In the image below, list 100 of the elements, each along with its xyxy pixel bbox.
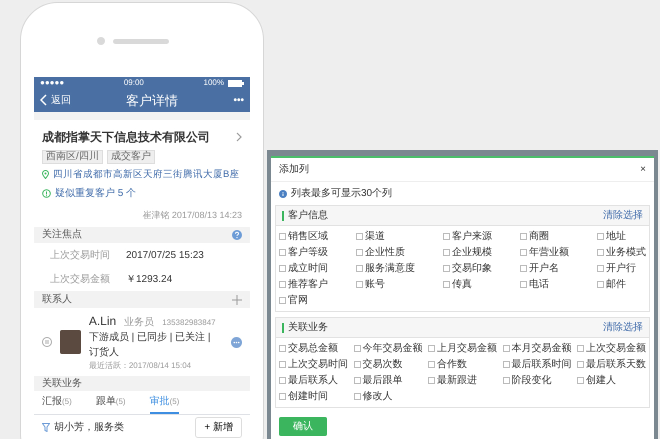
option-label[interactable]: 最后联系时间 bbox=[512, 358, 572, 371]
option-label[interactable]: 渠道 bbox=[365, 230, 385, 243]
accent-bar bbox=[282, 322, 284, 332]
help-icon bbox=[232, 230, 242, 240]
tab[interactable]: 汇报(5) bbox=[42, 391, 72, 414]
option-label[interactable]: 交易总金额 bbox=[288, 342, 338, 355]
option-label[interactable]: 上次交易金额 bbox=[586, 342, 646, 355]
option-label[interactable]: 传真 bbox=[452, 278, 472, 291]
speaker-icon bbox=[113, 39, 169, 44]
option-label[interactable]: 最新跟进 bbox=[437, 374, 477, 387]
checkbox[interactable] bbox=[356, 249, 363, 256]
info-icon bbox=[42, 189, 51, 198]
last-active-text: 最近活跃：2017/08/14 15:04 bbox=[88, 360, 192, 372]
address-text: 四川省成都市高新区天府三街腾讯大厦B座 bbox=[53, 168, 240, 182]
checkbox[interactable] bbox=[502, 345, 510, 352]
option-label[interactable]: 电话 bbox=[529, 278, 549, 291]
option-label[interactable]: 业务模式 bbox=[606, 246, 646, 259]
battery-level: 100% bbox=[204, 77, 224, 89]
option-label[interactable]: 年营业额 bbox=[529, 246, 569, 259]
option-label[interactable]: 最后联系人 bbox=[288, 374, 338, 387]
checkbox[interactable] bbox=[354, 393, 360, 400]
checkbox[interactable] bbox=[597, 281, 604, 288]
close-button[interactable]: × bbox=[640, 162, 646, 177]
checkbox[interactable] bbox=[597, 233, 604, 240]
option-label[interactable]: 创建时间 bbox=[288, 390, 328, 403]
clear-selection-link[interactable]: 清除选择 bbox=[603, 208, 643, 223]
checkbox[interactable] bbox=[577, 345, 584, 352]
contact-item[interactable]: A.Lin 业务员 135382983847 下游成员 | 已同步 | 已关注 | 订货人 最近活跃：2017/08/14 15:04 bbox=[34, 308, 250, 376]
option-label[interactable]: 官网 bbox=[288, 294, 308, 307]
checkbox[interactable] bbox=[354, 361, 360, 368]
checkbox[interactable] bbox=[279, 281, 286, 288]
contact-name: A.Lin bbox=[88, 313, 116, 330]
option-label[interactable]: 最后联系天数 bbox=[586, 358, 646, 371]
checkbox[interactable] bbox=[279, 249, 286, 256]
option-label[interactable]: 合作数 bbox=[437, 358, 467, 371]
battery-icon bbox=[228, 80, 244, 86]
checkbox[interactable] bbox=[520, 233, 527, 240]
section-title: 关联业务 bbox=[42, 376, 82, 392]
option-label[interactable]: 修改人 bbox=[362, 390, 392, 403]
option-label[interactable]: 商圈 bbox=[529, 230, 549, 243]
duplicate-link[interactable]: 疑似重复客户 5 个 bbox=[55, 186, 136, 202]
section-title: 客户信息 bbox=[288, 208, 328, 223]
checkbox[interactable] bbox=[356, 233, 363, 240]
tab[interactable]: 跟单(5) bbox=[96, 391, 126, 414]
checkbox[interactable] bbox=[502, 377, 510, 384]
checkbox[interactable] bbox=[577, 377, 584, 384]
checkbox[interactable] bbox=[428, 361, 435, 368]
option-label[interactable]: 阶段变化 bbox=[512, 374, 552, 387]
option-label[interactable]: 上次交易时间 bbox=[288, 358, 348, 371]
clear-selection-link[interactable]: 清除选择 bbox=[603, 320, 643, 335]
add-button[interactable]: + 新增 bbox=[195, 416, 242, 438]
option-label[interactable]: 上月交易金额 bbox=[437, 342, 497, 355]
option-label[interactable]: 本月交易金额 bbox=[512, 342, 572, 355]
option-label[interactable]: 最后跟单 bbox=[362, 374, 402, 387]
checkbox[interactable] bbox=[443, 281, 450, 288]
option-label[interactable]: 交易印象 bbox=[452, 262, 492, 275]
option-label[interactable]: 开户名 bbox=[529, 262, 559, 275]
checkbox[interactable] bbox=[443, 233, 450, 240]
option-label[interactable]: 邮件 bbox=[606, 278, 626, 291]
checkbox[interactable] bbox=[356, 281, 363, 288]
checkbox[interactable] bbox=[279, 265, 286, 272]
field-label: 上次交易金额 bbox=[50, 272, 110, 287]
option-label[interactable]: 创建人 bbox=[586, 374, 616, 387]
checkbox[interactable] bbox=[597, 265, 604, 272]
dialog-title: 添加列 bbox=[279, 162, 309, 177]
checkbox[interactable] bbox=[354, 377, 360, 384]
more-button[interactable]: ••• bbox=[233, 92, 244, 108]
checkbox[interactable] bbox=[279, 297, 286, 304]
checkbox[interactable] bbox=[428, 345, 435, 352]
checkbox[interactable] bbox=[502, 361, 510, 368]
option-label[interactable]: 账号 bbox=[365, 278, 385, 291]
checkbox[interactable] bbox=[443, 249, 450, 256]
checkbox[interactable] bbox=[443, 265, 450, 272]
checkbox[interactable] bbox=[356, 265, 363, 272]
option-label[interactable]: 企业规模 bbox=[452, 246, 492, 259]
option-label[interactable]: 开户行 bbox=[606, 262, 636, 275]
checkbox[interactable] bbox=[279, 393, 286, 400]
checkbox[interactable] bbox=[279, 377, 286, 384]
checkbox[interactable] bbox=[520, 265, 527, 272]
checkbox[interactable] bbox=[279, 345, 286, 352]
option-label[interactable]: 服务满意度 bbox=[365, 262, 415, 275]
option-label[interactable]: 交易次数 bbox=[362, 358, 402, 371]
section-title: 关联业务 bbox=[288, 320, 328, 335]
back-button[interactable]: 返回 bbox=[40, 92, 71, 108]
checkbox[interactable] bbox=[428, 377, 435, 384]
checkbox[interactable] bbox=[520, 281, 527, 288]
option-label[interactable]: 地址 bbox=[606, 230, 626, 243]
option-label[interactable]: 企业性质 bbox=[365, 246, 405, 259]
option-label[interactable]: 推荐客户 bbox=[288, 278, 328, 291]
checkbox[interactable] bbox=[279, 233, 286, 240]
option-label[interactable]: 客户等级 bbox=[288, 246, 328, 259]
option-label[interactable]: 销售区域 bbox=[288, 230, 328, 243]
checkbox[interactable] bbox=[577, 361, 584, 368]
checkbox[interactable] bbox=[279, 361, 286, 368]
checkbox[interactable] bbox=[597, 249, 604, 256]
option-label[interactable]: 客户来源 bbox=[452, 230, 492, 243]
checkbox[interactable] bbox=[520, 249, 527, 256]
checkbox[interactable] bbox=[354, 345, 360, 352]
option-label[interactable]: 成立时间 bbox=[288, 262, 328, 275]
option-label[interactable]: 今年交易金额 bbox=[362, 342, 422, 355]
